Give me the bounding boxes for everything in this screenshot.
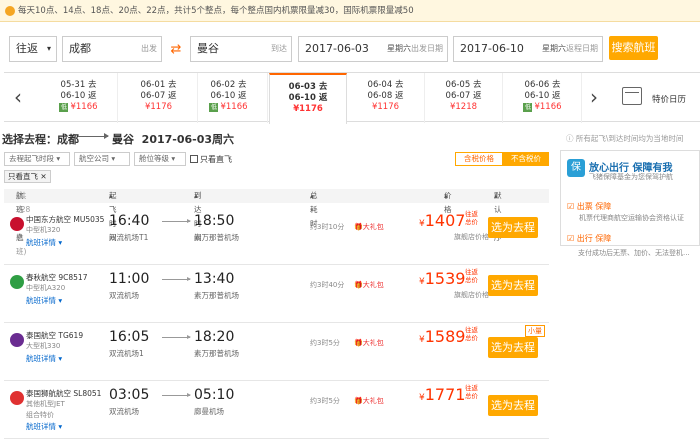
gift-badge: 🎁大礼包 [354, 281, 384, 289]
flight-detail-link[interactable]: 航班详情 ▾ [26, 295, 62, 306]
col-arr-time[interactable]: 到达时间 ▴ [194, 189, 202, 242]
select-outbound-button[interactable]: 选为去程 [488, 217, 538, 238]
date-option[interactable]: 06-04 去 06-08 返 ¥1176 [347, 73, 425, 123]
flight-row: 泰国航空 TG619 大型机330 航班详情 ▾ 16:05 双流机场1 18:… [4, 323, 549, 381]
col-dep-time[interactable]: 起飞时间 ▴ [109, 189, 117, 242]
date-option[interactable]: 06-06 去 06-10 返 低 ¥1166 [504, 73, 582, 123]
special-calendar-link[interactable]: 特价日历 [652, 93, 686, 105]
arrow-right-icon [162, 335, 191, 339]
chevron-left-icon[interactable]: ‹ [14, 85, 22, 109]
filter-departure-time[interactable]: 去程起飞时段 ▾ [4, 152, 70, 166]
list-header: 航班信息(共228条航班) 起飞时间 ▴ 到达时间 ▴ 总耗时 ▴ 价格 ▴ 默… [4, 189, 549, 256]
chevron-right-icon[interactable]: › [590, 85, 598, 109]
flight-price: ¥1771 [419, 385, 466, 404]
arrow-right-icon [78, 133, 109, 139]
to-city-input[interactable]: 曼谷 到达 [190, 36, 292, 62]
return-date-input[interactable]: 2017-06-10 星期六返程日期 [453, 36, 603, 62]
trip-type-select[interactable]: 往返 ▾ [9, 36, 57, 62]
airline-logo-icon [10, 391, 24, 405]
checkbox-icon [190, 155, 198, 163]
col-duration[interactable]: 总耗时 ▴ [310, 189, 318, 228]
flight-price: ¥1407 [419, 211, 466, 230]
trip-title: 选择去程：成都 [2, 133, 79, 146]
check-icon: ☑ 出票 保障 [567, 202, 612, 211]
local-time-tip: ⓘ 所有起飞\到达时间均为当地时间 [566, 134, 684, 143]
arrow-right-icon [162, 277, 191, 281]
from-city-input[interactable]: 成都 出发 [62, 36, 162, 62]
select-outbound-button[interactable]: 选为去程 [488, 275, 538, 296]
arrow-right-icon [162, 219, 191, 223]
flight-price: ¥1539 [419, 269, 466, 288]
col-sort[interactable]: 默认排序 ▴ [494, 189, 502, 242]
col-price[interactable]: 价格 ▴ [444, 189, 452, 214]
calendar-icon[interactable] [622, 87, 642, 105]
gift-badge: 🎁大礼包 [354, 397, 384, 405]
flight-row: 中国东方航空 MU5035 中型机320 航班详情 ▾ 16:40 双流机场T1… [4, 207, 549, 265]
date-option[interactable]: 06-02 去 06-10 返 低 ¥1166 [190, 73, 268, 123]
search-flights-button[interactable]: 搜索航班 [609, 36, 658, 60]
flight-detail-link[interactable]: 航班详情 ▾ [26, 421, 62, 432]
date-option-selected[interactable]: 06-03 去 06-10 返 ¥1176 [269, 73, 347, 124]
trip-title-dest: 曼谷 2017-06-03周六 [112, 133, 235, 146]
price-toggle-taxed[interactable]: 含税价格 [455, 152, 503, 166]
depart-date-input[interactable]: 2017-06-03 星期六出发日期 [298, 36, 448, 62]
gift-badge: 🎁大礼包 [354, 223, 384, 231]
low-price-badge: 低 [209, 103, 219, 112]
airline-logo-icon [10, 275, 24, 289]
date-strip: ‹ 05-31 去 06-10 返 低 ¥1166 06-01 去 06-07 返… [4, 72, 700, 124]
gift-badge: 🎁大礼包 [354, 339, 384, 347]
date-option[interactable]: 06-05 去 06-07 返 ¥1218 [425, 73, 503, 123]
airline-logo-icon [10, 217, 24, 231]
chevron-down-icon: ▾ [46, 44, 51, 53]
flight-price: ¥1589 [419, 327, 466, 346]
filter-airline[interactable]: 航空公司 ▾ [74, 152, 130, 166]
notice-bar: 每天10点、14点、18点、20点、22点，共计5个整点，每个整点国内机票限量减… [0, 0, 700, 22]
alert-icon [5, 6, 15, 16]
notice-text: 每天10点、14点、18点、20点、22点，共计5个整点，每个整点国内机票限量减… [18, 6, 414, 16]
select-outbound-button[interactable]: 选为去程 [488, 395, 538, 416]
date-option[interactable]: 06-01 去 06-07 返 ¥1176 [120, 73, 198, 123]
flight-row: 春秋航空 9C8517 中型机A320 航班详情 ▾ 11:00 双流机场 13… [4, 265, 549, 323]
low-stock-badge: 小量 [525, 325, 545, 337]
assurance-panel: 保 放心出行 保障有我 飞猪保障基金为您保驾护航 ☑ 出票 保障 机票代理商航空… [560, 150, 700, 246]
low-price-badge: 低 [523, 103, 533, 112]
price-toggle-untaxed[interactable]: 不含税价 [503, 152, 549, 166]
flight-detail-link[interactable]: 航班详情 ▾ [26, 353, 62, 364]
airline-logo-icon [10, 333, 24, 347]
shield-icon: 保 [567, 159, 585, 177]
select-outbound-button[interactable]: 选为去程 [488, 337, 538, 358]
flight-row: 泰国狮航航空 SL8051 其他机型JET 组合特价 航班详情 ▾ 03:05 … [4, 381, 549, 439]
flight-detail-link[interactable]: 航班详情 ▾ [26, 237, 62, 248]
arrow-right-icon [162, 393, 191, 397]
filter-cabin-class[interactable]: 舱位等级 ▾ [134, 152, 186, 166]
direct-only-checkbox[interactable]: 只看直飞 [190, 154, 232, 165]
date-option[interactable]: 05-31 去 06-10 返 低 ¥1166 [40, 73, 118, 123]
check-icon: ☑ 出行 保障 [567, 234, 612, 243]
swap-icon[interactable]: ⇄ [168, 42, 184, 58]
low-price-badge: 低 [59, 103, 69, 112]
filter-chip[interactable]: 只看直飞 ✕ [4, 170, 51, 183]
